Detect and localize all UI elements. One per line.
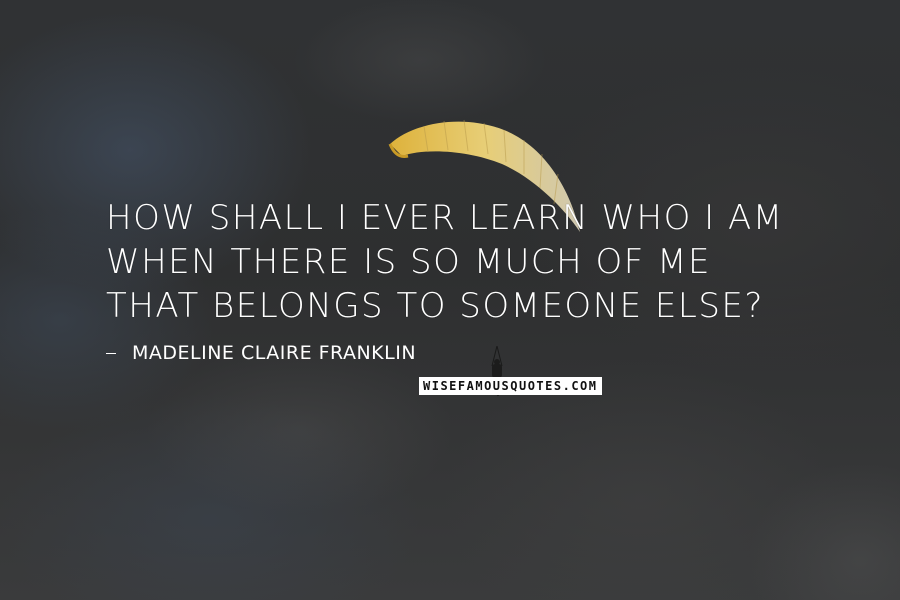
author-dash [106, 352, 116, 354]
quote-image: HOW SHALL I EVER LEARN WHO I AM WHEN THE… [0, 0, 900, 600]
quote-text: HOW SHALL I EVER LEARN WHO I AM WHEN THE… [106, 198, 784, 326]
watermark: WISEFAMOUSQUOTES.COM [419, 377, 602, 395]
author-name: MADELINE CLAIRE FRANKLIN [132, 342, 417, 364]
author-row: MADELINE CLAIRE FRANKLIN [106, 342, 416, 364]
